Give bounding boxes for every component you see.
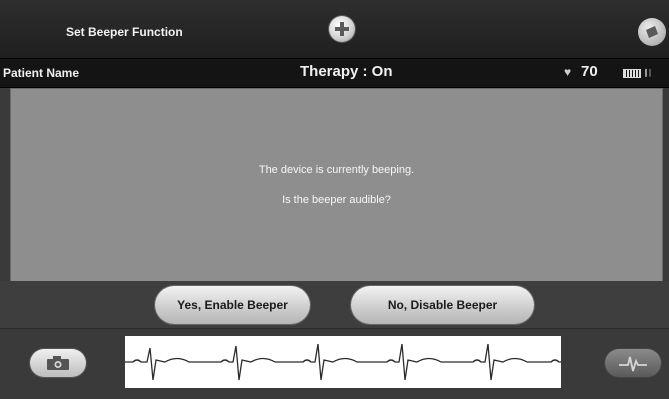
navigation-icon bbox=[646, 26, 658, 38]
heart-icon: ♥ bbox=[564, 65, 572, 79]
top-bar: Set Beeper Function bbox=[0, 0, 669, 58]
event-marker-button[interactable] bbox=[605, 349, 661, 377]
plus-icon bbox=[335, 22, 349, 36]
ecg-marker-icon bbox=[619, 356, 647, 372]
camera-icon bbox=[47, 356, 69, 370]
ecg-trace bbox=[125, 343, 561, 381]
battery-icon bbox=[623, 69, 641, 78]
disable-beeper-button[interactable]: No, Disable Beeper bbox=[351, 286, 534, 324]
therapy-status: Therapy : On bbox=[300, 63, 393, 80]
snapshot-button[interactable] bbox=[30, 349, 86, 377]
add-button[interactable] bbox=[329, 16, 355, 42]
ecg-waveform bbox=[125, 336, 561, 388]
navigation-button[interactable] bbox=[638, 18, 666, 46]
beeping-message: The device is currently beeping. bbox=[258, 164, 415, 176]
beeper-dialog: The device is currently beeping. Is the … bbox=[10, 88, 663, 282]
function-title: Set Beeper Function bbox=[66, 25, 183, 39]
wireless-signal-icon: ∥∣ bbox=[644, 68, 652, 77]
status-bar: Patient Name Therapy : On ♥ 70 ∥∣ bbox=[0, 58, 669, 88]
action-row bbox=[0, 281, 669, 329]
heart-rate: 70 bbox=[581, 63, 598, 80]
enable-beeper-button[interactable]: Yes, Enable Beeper bbox=[155, 286, 310, 324]
patient-name: Patient Name bbox=[3, 66, 80, 80]
audible-question: Is the beeper audible? bbox=[282, 194, 391, 206]
